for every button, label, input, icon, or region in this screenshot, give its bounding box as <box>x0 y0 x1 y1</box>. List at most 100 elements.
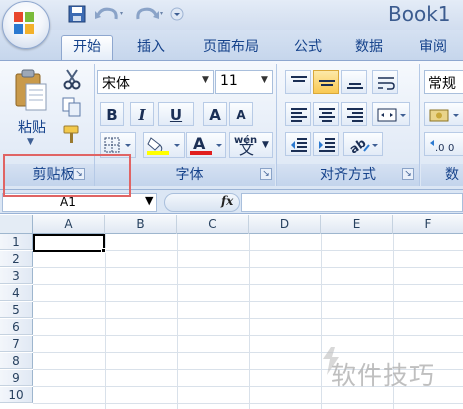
increase-decimal-button[interactable]: .0 0 <box>424 132 463 156</box>
increase-indent-icon <box>319 138 335 152</box>
row-header-3[interactable]: 3 <box>0 268 33 284</box>
grid-line <box>321 234 322 409</box>
grid-line <box>33 403 463 404</box>
font-name-value: 宋体 <box>102 76 130 92</box>
orientation-button[interactable]: ab <box>343 132 383 156</box>
decrease-indent-icon <box>291 138 307 152</box>
tab-page-layout[interactable]: 页面布局 <box>188 36 274 60</box>
wrap-text-button[interactable] <box>372 70 398 94</box>
save-icon[interactable] <box>66 3 88 25</box>
row-header-5[interactable]: 5 <box>0 302 33 318</box>
grid-line <box>33 301 463 302</box>
name-box-value: A1 <box>60 195 76 209</box>
alignment-dialog-launcher-icon[interactable]: ↘ <box>402 168 414 180</box>
tab-home[interactable]: 开始 <box>61 35 113 61</box>
orientation-icon: ab <box>348 137 378 153</box>
watermark-text: 软件技巧 <box>331 361 436 390</box>
name-box-dropdown-icon[interactable]: ▼ <box>145 194 153 207</box>
paste-icon <box>15 69 47 111</box>
merge-center-button[interactable] <box>372 102 410 126</box>
clipboard-highlight-box <box>3 154 131 197</box>
copy-icon[interactable] <box>60 96 84 118</box>
align-right-icon <box>347 108 363 122</box>
row-header-9[interactable]: 9 <box>0 370 33 386</box>
grid-line <box>249 234 250 409</box>
wrap-text-icon <box>378 77 395 90</box>
group-divider <box>419 64 420 186</box>
italic-button[interactable]: I <box>130 102 154 126</box>
paste-dropdown-arrow-icon[interactable]: ▼ <box>27 137 34 147</box>
align-left-icon <box>291 108 307 122</box>
row-header-8[interactable]: 8 <box>0 353 33 369</box>
svg-text:.0: .0 <box>435 143 445 153</box>
bottom-align-icon <box>347 83 363 89</box>
active-cell-a1[interactable] <box>33 234 105 252</box>
font-name-dropdown-icon[interactable]: ▼ <box>202 75 209 85</box>
select-all-corner[interactable] <box>0 215 33 234</box>
grid-line <box>177 234 178 409</box>
fill-handle[interactable] <box>101 248 106 253</box>
underline-button[interactable]: U <box>158 102 194 126</box>
cut-icon[interactable] <box>60 68 84 90</box>
align-center-button[interactable] <box>313 102 339 126</box>
phonetic-guide-button[interactable]: wén 文 ▼ <box>229 132 273 158</box>
tab-insert[interactable]: 插入 <box>126 36 176 60</box>
column-header-a[interactable]: A <box>33 215 105 234</box>
font-size-value: 11 <box>220 73 238 89</box>
middle-align-icon <box>319 80 335 86</box>
row-header-7[interactable]: 7 <box>0 336 33 352</box>
number-group-label: 数 <box>421 164 463 186</box>
accounting-format-button[interactable] <box>424 102 463 126</box>
grid-line <box>33 352 463 353</box>
accounting-format-icon <box>429 109 459 122</box>
column-header-c[interactable]: C <box>177 215 249 234</box>
font-size-dropdown-icon[interactable]: ▼ <box>261 75 268 85</box>
tab-data[interactable]: 数据 <box>344 36 394 60</box>
column-header-e[interactable]: E <box>321 215 393 234</box>
decrease-indent-button[interactable] <box>285 132 311 156</box>
grid-line <box>33 267 463 268</box>
decrease-font-size-button[interactable]: A <box>229 102 253 126</box>
office-logo-icon <box>14 12 34 34</box>
grid-line <box>105 234 106 409</box>
grid-line <box>33 284 463 285</box>
increase-font-size-button[interactable]: A <box>203 102 227 126</box>
phonetic-dropdown-icon[interactable]: ▼ <box>262 133 269 157</box>
row-header-6[interactable]: 6 <box>0 319 33 335</box>
fill-color-icon <box>147 137 180 155</box>
fill-color-button[interactable] <box>143 132 185 158</box>
row-header-1[interactable]: 1 <box>0 234 33 250</box>
column-header-f[interactable]: F <box>393 215 463 234</box>
font-color-icon: A <box>190 134 222 155</box>
tab-review[interactable]: 审阅 <box>408 36 458 60</box>
merge-center-icon <box>377 108 406 122</box>
alignment-group-label: 对齐方式 <box>277 164 419 186</box>
undo-icon[interactable] <box>92 3 126 25</box>
grid-line <box>33 318 463 319</box>
row-header-10[interactable]: 10 <box>0 387 33 403</box>
top-align-icon <box>291 76 307 82</box>
format-painter-icon[interactable] <box>60 124 84 146</box>
font-color-button[interactable]: A <box>186 132 226 158</box>
increase-indent-button[interactable] <box>313 132 339 156</box>
grid-line <box>33 335 463 336</box>
font-dialog-launcher-icon[interactable]: ↘ <box>260 168 272 180</box>
bottom-align-button[interactable] <box>341 70 367 94</box>
window-title: Book1 <box>388 2 451 26</box>
customize-quick-access-icon[interactable] <box>170 3 184 25</box>
svg-text:A: A <box>193 134 206 153</box>
formula-input[interactable] <box>241 193 463 212</box>
column-header-d[interactable]: D <box>249 215 321 234</box>
middle-align-button[interactable] <box>313 70 339 94</box>
insert-function-button[interactable]: fx <box>221 194 233 208</box>
align-right-button[interactable] <box>341 102 367 126</box>
bold-button[interactable]: B <box>100 102 124 126</box>
tab-formulas[interactable]: 公式 <box>283 36 333 60</box>
align-center-icon <box>319 108 335 122</box>
row-header-4[interactable]: 4 <box>0 285 33 301</box>
column-header-b[interactable]: B <box>105 215 177 234</box>
row-header-2[interactable]: 2 <box>0 251 33 267</box>
top-align-button[interactable] <box>285 70 311 94</box>
redo-icon[interactable] <box>132 3 166 25</box>
align-left-button[interactable] <box>285 102 311 126</box>
